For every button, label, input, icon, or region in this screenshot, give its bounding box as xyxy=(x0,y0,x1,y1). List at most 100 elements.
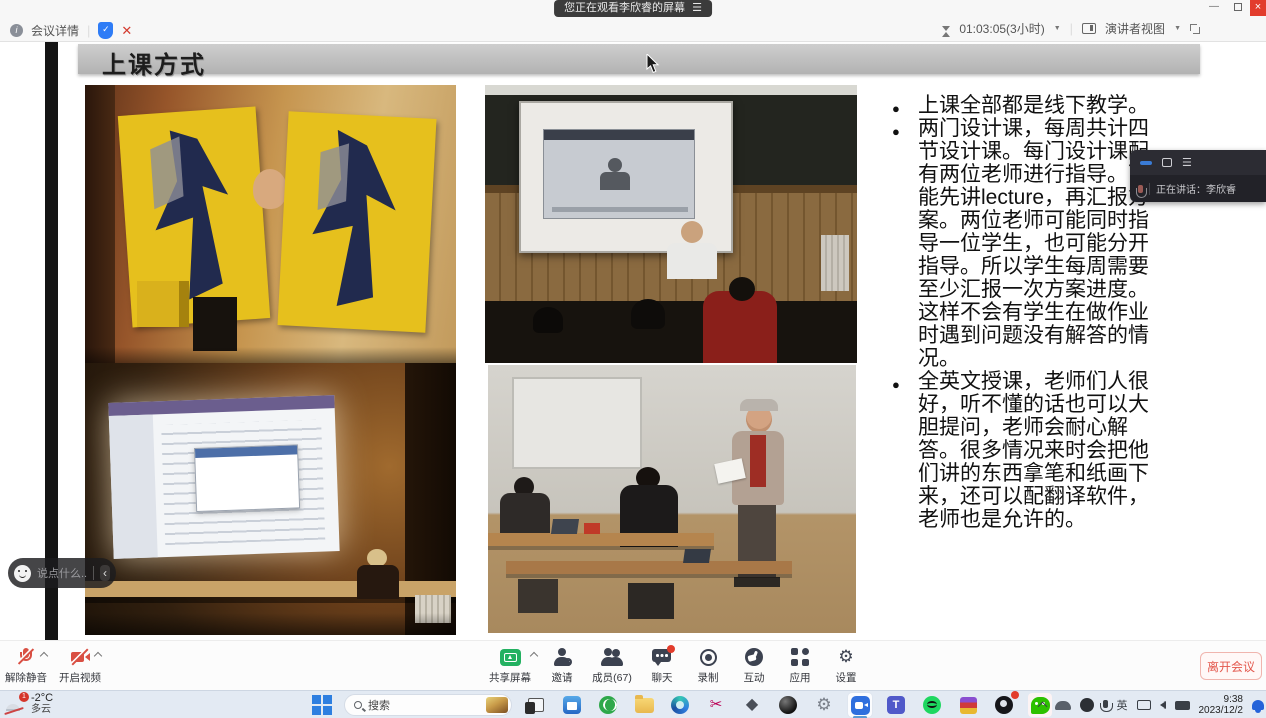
bullet-3: 全英文授课，老师们人很好，听不懂的话也可以大胆提问，老师会耐心解答。很多情况来时… xyxy=(892,370,1168,531)
danmaku-placeholder[interactable]: 说点什么... xyxy=(37,565,87,581)
hourglass-icon xyxy=(942,26,950,31)
poster-left-facet xyxy=(150,136,183,209)
leave-meeting-button[interactable]: 离开会议 xyxy=(1200,652,1262,680)
unmute-button[interactable]: 解除静音 xyxy=(4,641,48,685)
mic-options-chevron-icon[interactable] xyxy=(40,652,48,660)
danmaku-input-pill[interactable]: 说点什么... ‹ xyxy=(8,558,116,588)
teams-icon[interactable]: T xyxy=(884,693,908,717)
chat-button[interactable]: 聊天 xyxy=(640,641,684,685)
meeting-window: i 会议详情 | ✓ ✕ 您正在观看李欣睿的屏幕 ☰ 01:03:05(3小时)… xyxy=(0,0,1266,718)
mouse-cursor xyxy=(646,54,660,79)
volume-icon[interactable] xyxy=(1160,701,1166,709)
bullet-1: 上课全部都是线下教学。 xyxy=(892,94,1168,117)
chair-2 xyxy=(628,583,674,619)
start-button[interactable] xyxy=(312,695,332,715)
search-box[interactable]: 搜索 xyxy=(344,694,512,716)
members-button[interactable]: 成员(67) xyxy=(586,641,638,685)
collapse-chevron-icon[interactable]: ‹ xyxy=(100,565,110,581)
file-explorer-icon[interactable] xyxy=(632,693,656,717)
watching-banner[interactable]: 您正在观看李欣睿的屏幕 ☰ xyxy=(554,0,712,17)
radiator xyxy=(821,235,849,291)
share-screen-icon xyxy=(500,649,521,666)
meeting-details-button[interactable]: 会议详情 xyxy=(31,22,79,39)
record-button[interactable]: 录制 xyxy=(686,641,730,685)
interact-button[interactable]: 互动 xyxy=(732,641,776,685)
taskbar-clock[interactable]: 9:38 2023/12/2 xyxy=(1199,694,1244,716)
winrar-icon[interactable] xyxy=(956,693,980,717)
fullscreen-icon[interactable] xyxy=(1190,24,1200,34)
snipping-tool-icon[interactable]: ✂ xyxy=(704,693,728,717)
titlebar: i 会议详情 | ✓ ✕ 您正在观看李欣睿的屏幕 ☰ 01:03:05(3小时)… xyxy=(0,0,1266,42)
speaker-status-row: 正在讲话：李欣睿 xyxy=(1130,175,1266,202)
display-icon[interactable] xyxy=(1137,700,1151,710)
poster-right-shape xyxy=(303,129,412,310)
security-shield-icon[interactable]: ✓ xyxy=(98,22,113,39)
view-caret-icon[interactable]: ▼ xyxy=(1174,25,1181,32)
maximize-icon xyxy=(1234,3,1242,11)
floor-shadow xyxy=(85,347,456,363)
emoji-icon[interactable] xyxy=(14,565,31,582)
panel-list-icon[interactable]: ☰ xyxy=(1182,158,1192,168)
minimize-button[interactable]: — xyxy=(1202,0,1226,15)
notification-bell-icon[interactable] xyxy=(1252,700,1264,710)
weather-widget[interactable]: 1 -2°C 多云 xyxy=(4,692,53,715)
teacher-head xyxy=(681,221,703,243)
bullet-2: 两门设计课，每周共计四节设计课。每门设计课配有两位老师进行指导。可能先讲lect… xyxy=(892,117,1168,370)
camera-off-icon xyxy=(70,647,90,667)
tray-mic-icon[interactable] xyxy=(1103,700,1108,708)
video-options-chevron-icon[interactable] xyxy=(94,652,102,660)
remote-speaker-head xyxy=(608,158,622,172)
sphere-app-icon[interactable] xyxy=(776,693,800,717)
hamburger-icon[interactable]: ☰ xyxy=(692,0,702,17)
apps-button[interactable]: 应用 xyxy=(778,641,822,685)
info-icon: i xyxy=(10,24,23,37)
weather-icon: 1 xyxy=(4,695,26,713)
close-button[interactable]: × xyxy=(1250,0,1266,16)
obs-icon[interactable] xyxy=(992,693,1016,717)
search-highlight-image[interactable] xyxy=(486,697,508,713)
ceiling xyxy=(485,85,857,95)
divider xyxy=(1149,183,1150,195)
settings-app-icon[interactable]: ⚙ xyxy=(812,693,836,717)
panel-layout-icon[interactable] xyxy=(1162,158,1172,167)
share-options-chevron-icon[interactable] xyxy=(530,652,538,660)
speaker-panel[interactable]: ☰ 正在讲话：李欣睿 xyxy=(1130,150,1266,202)
obs-badge xyxy=(1011,691,1019,699)
divider: | xyxy=(87,23,90,38)
maximize-button[interactable] xyxy=(1226,0,1250,15)
poster-right-facet xyxy=(318,143,350,210)
invite-button[interactable]: + 邀请 xyxy=(540,641,584,685)
ime-indicator[interactable]: 英 xyxy=(1117,697,1128,713)
poster-right xyxy=(278,111,437,332)
members-icon xyxy=(601,647,623,667)
app-sidebar xyxy=(109,414,158,558)
edge-browser-icon[interactable] xyxy=(668,693,692,717)
microsoft-store-icon[interactable] xyxy=(560,693,584,717)
letterbox-strip xyxy=(45,42,58,640)
floor-shadow-2 xyxy=(85,613,456,635)
remote-speaker-body xyxy=(600,172,630,190)
panel-minimize-icon[interactable] xyxy=(1140,161,1152,165)
search-placeholder: 搜索 xyxy=(368,697,480,713)
yellow-cube xyxy=(137,281,189,327)
tray-app-icon[interactable] xyxy=(1080,698,1094,712)
start-video-button[interactable]: 开启视频 xyxy=(58,641,102,685)
view-mode-button[interactable]: 演讲者视图 xyxy=(1105,20,1165,37)
meeting-app-icon[interactable] xyxy=(848,693,872,717)
interact-label: 互动 xyxy=(744,670,765,685)
task-view-icon[interactable] xyxy=(524,693,548,717)
onedrive-icon[interactable] xyxy=(1055,701,1071,710)
photo-software-projection xyxy=(85,363,456,635)
slide-title-banner: 上课方式 xyxy=(78,44,1200,74)
mic-muted-icon xyxy=(18,647,34,667)
share-screen-button[interactable]: 共享屏幕 xyxy=(482,641,538,685)
meeting-timer[interactable]: 01:03:05(3小时) xyxy=(959,20,1044,37)
network-error-icon[interactable]: ✕ xyxy=(121,23,132,39)
spotify-icon[interactable] xyxy=(920,693,944,717)
xbox-icon[interactable] xyxy=(596,693,620,717)
battery-icon[interactable] xyxy=(1175,701,1190,710)
settings-button[interactable]: ⚙ 设置 xyxy=(824,641,868,685)
tray-expand-icon[interactable] xyxy=(1037,702,1047,712)
modeling-app-icon[interactable]: ◆ xyxy=(740,693,764,717)
timer-caret-icon[interactable]: ▼ xyxy=(1054,25,1061,32)
